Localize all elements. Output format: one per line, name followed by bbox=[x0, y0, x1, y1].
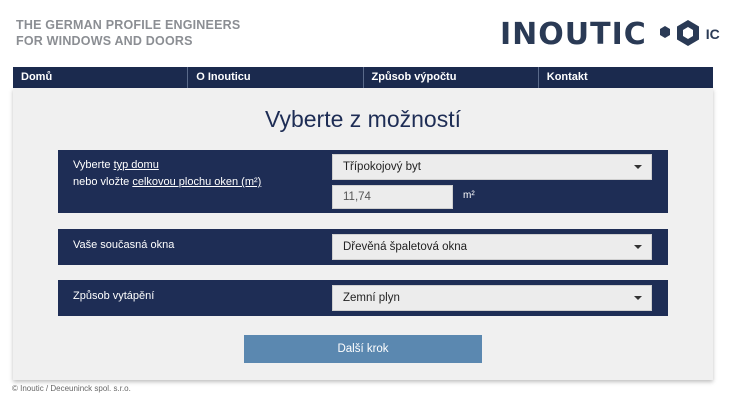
chevron-down-icon bbox=[634, 165, 642, 169]
logo[interactable]: INOUTIC IC bbox=[500, 16, 720, 52]
nav-item-about[interactable]: O Inouticu bbox=[188, 67, 364, 88]
area-text: nebo vložte bbox=[73, 176, 133, 188]
next-step-button[interactable]: Další krok bbox=[244, 335, 482, 363]
house-type-select[interactable]: Třípokojový byt bbox=[332, 154, 652, 180]
chevron-down-icon bbox=[634, 296, 642, 300]
tagline-line-1: THE GERMAN PROFILE ENGINEERS bbox=[16, 18, 241, 32]
windows-value: Dřevěná špaletová okna bbox=[343, 241, 468, 253]
heating-label: Způsob vytápění bbox=[73, 290, 155, 302]
nav-item-home[interactable]: Domů bbox=[13, 67, 189, 88]
main-nav: Domů O Inouticu Způsob výpočtu Kontakt bbox=[13, 67, 713, 88]
house-type-value: Třípokojový byt bbox=[343, 161, 421, 173]
tagline-line-2: FOR WINDOWS AND DOORS bbox=[16, 34, 193, 48]
nav-item-method[interactable]: Způsob výpočtu bbox=[364, 67, 539, 88]
main-content: Vyberte z možností Vyberte typ domu nebo… bbox=[13, 88, 713, 380]
nav-item-contact[interactable]: Kontakt bbox=[539, 67, 713, 88]
windows-label: Vaše současná okna bbox=[73, 239, 175, 251]
chevron-down-icon bbox=[634, 245, 642, 249]
hexagon-logo-icon bbox=[659, 20, 699, 46]
tagline: THE GERMAN PROFILE ENGINEERS FOR WINDOWS… bbox=[16, 17, 240, 49]
house-type-label: Vyberte typ domu nebo vložte celkovou pl… bbox=[73, 157, 261, 191]
house-type-link[interactable]: typ domu bbox=[114, 159, 159, 171]
windows-panel: Vaše současná okna Dřevěná špaletová okn… bbox=[58, 229, 668, 265]
house-type-text: Vyberte bbox=[73, 159, 114, 171]
logo-text: INOUTIC bbox=[500, 16, 647, 52]
heating-value: Zemní plyn bbox=[343, 292, 400, 304]
area-unit: m² bbox=[463, 190, 475, 201]
window-area-link[interactable]: celkovou plochu oken (m²) bbox=[132, 176, 261, 188]
page-title: Vyberte z možností bbox=[264, 106, 461, 132]
windows-select[interactable]: Dřevěná špaletová okna bbox=[332, 234, 652, 260]
heating-panel: Způsob vytápění Zemní plyn bbox=[58, 280, 668, 316]
footer-copyright: © Inoutic / Deceuninck spol. s.r.o. bbox=[12, 384, 131, 393]
window-area-input[interactable]: 11,74 bbox=[332, 185, 453, 209]
house-type-panel: Vyberte typ domu nebo vložte celkovou pl… bbox=[58, 150, 668, 213]
logo-badge: IC bbox=[705, 26, 720, 42]
heating-select[interactable]: Zemní plyn bbox=[332, 285, 652, 311]
